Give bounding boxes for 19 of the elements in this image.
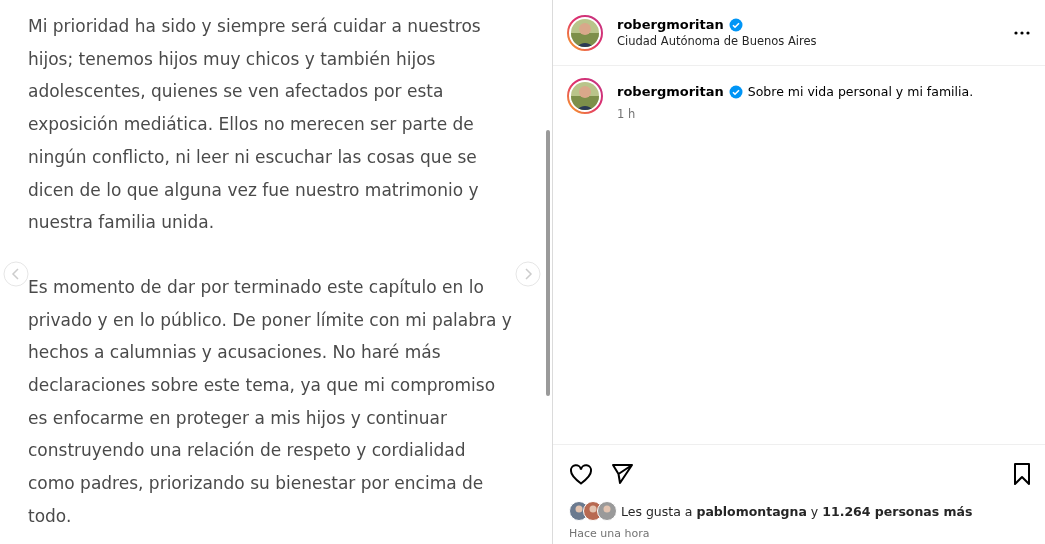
heart-icon[interactable] xyxy=(569,463,593,485)
caption-text: Sobre mi vida personal y mi familia. xyxy=(747,84,974,99)
timestamp: Hace una hora xyxy=(569,527,651,540)
more-options-icon[interactable] xyxy=(1013,29,1031,36)
avatar[interactable] xyxy=(567,14,603,51)
username-link[interactable]: robergmoritan xyxy=(617,17,724,32)
liker-avatar xyxy=(597,501,617,521)
scrollbar[interactable] xyxy=(546,130,550,396)
bookmark-icon[interactable] xyxy=(1013,463,1031,485)
paragraph: Mi prioridad ha sido y siempre será cuidar a nuestros hijos; tenemos hijos muy chicos y también hijos adolescentes, quienes se ven afectados por esta exposición mediática. Ellos no merecen ser parte de ningún conflicto, ni leer ni escuchar las cosas que se dicen de lo que alguna vez fue nuestro matrimonio y nuestra familia unida. xyxy=(28,15,481,235)
avatar[interactable] xyxy=(567,78,603,114)
paragraph: Es momento de dar por terminado este capítulo en lo privado y en lo público. De poner límite con mi palabra y hechos a calumnias y acusaciones. No haré más declaraciones sobre este tema, ya que mi compromiso es enfocarme en proteger a mis hijos y continuar construyendo una relación de respeto y cordialidad como padres, priorizando su bienestar por encima de todo. xyxy=(28,275,512,528)
likes-link[interactable]: 11.264 personas más xyxy=(822,503,973,519)
username-link[interactable]: robergmoritan xyxy=(617,84,724,99)
location-link[interactable]: Ciudad Autónoma de Buenos Aires xyxy=(617,34,999,48)
send-icon[interactable] xyxy=(611,463,633,485)
liker-link[interactable]: pablomontagna xyxy=(696,503,807,519)
likes-text: Les gusta a pablomontagna y 11.264 personas más xyxy=(621,503,973,519)
post-time: 1 h xyxy=(617,107,637,121)
